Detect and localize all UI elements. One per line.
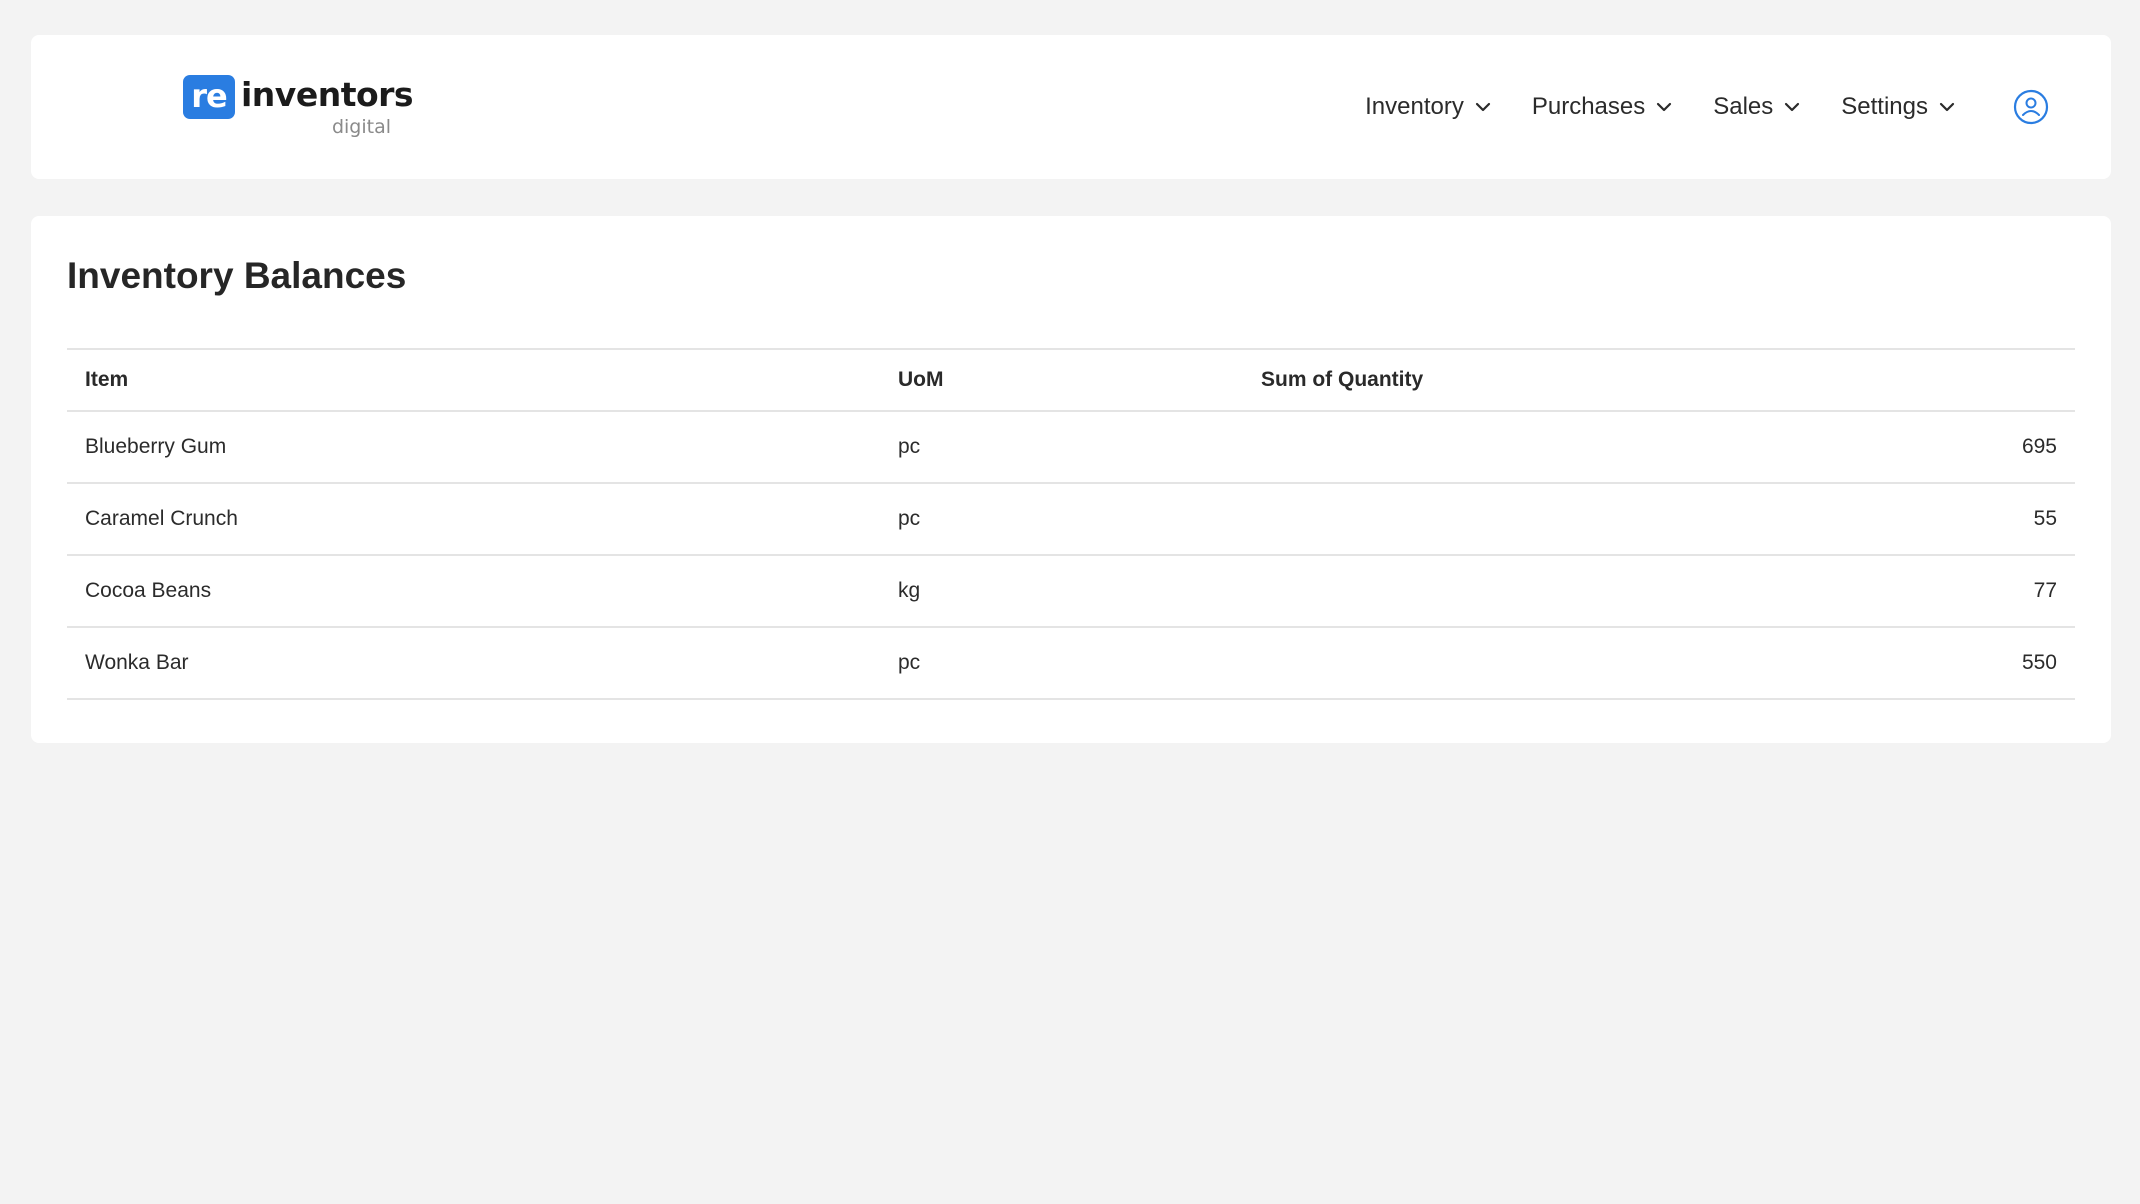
nav-purchases-menu[interactable]: Purchases (1532, 93, 1673, 121)
table-row[interactable]: Blueberry Gum pc 695 (67, 411, 2075, 484)
cell-quantity: 695 (1855, 411, 2075, 484)
cell-quantity: 77 (1855, 555, 2075, 628)
cell-uom: pc (880, 411, 1243, 484)
nav-item-label: Settings (1841, 93, 1928, 120)
column-header-item[interactable]: Item (67, 348, 880, 412)
user-circle-icon[interactable] (2013, 89, 2049, 125)
logo-wordmark: inventors (241, 75, 414, 114)
main-nav: Inventory Purchases Sales Settings (1365, 35, 1956, 179)
cell-uom: pc (880, 627, 1243, 700)
logo-subtitle: digital (331, 116, 391, 138)
nav-item-label: Sales (1713, 93, 1774, 120)
cell-spacer (1243, 411, 1856, 484)
table-row[interactable]: Caramel Crunch pc 55 (67, 483, 2075, 556)
brand-logo[interactable]: re inventors digital (151, 75, 414, 143)
chevron-down-icon (1657, 102, 1672, 112)
table-header-row: Item UoM Sum of Quantity (67, 348, 2075, 412)
chevron-down-icon (1939, 102, 1955, 112)
nav-item-label: Purchases (1531, 93, 1646, 120)
cell-uom: kg (880, 555, 1243, 628)
logo-badge: re (183, 75, 235, 119)
nav-item-label: Inventory (1365, 93, 1464, 120)
cell-item: Caramel Crunch (67, 483, 880, 556)
cell-item: Blueberry Gum (67, 411, 880, 484)
cell-spacer (1243, 555, 1856, 628)
column-header-sum-of-quantity[interactable]: Sum of Quantity (1243, 348, 1856, 412)
cell-uom: pc (880, 483, 1243, 556)
column-header-uom[interactable]: UoM (880, 348, 1243, 412)
inventory-balances-table: Item UoM Sum of Quantity Blueberry Gum p… (67, 348, 2075, 700)
nav-settings-menu[interactable]: Settings (1841, 93, 1956, 121)
chevron-down-icon (1785, 102, 1800, 112)
cell-spacer (1243, 483, 1856, 556)
cell-quantity: 550 (1855, 627, 2075, 700)
page-title: Inventory Balances (67, 255, 407, 296)
cell-spacer (1243, 627, 1856, 700)
chevron-down-icon (1475, 102, 1490, 112)
table-row[interactable]: Wonka Bar pc 550 (67, 627, 2075, 700)
top-header: re inventors digital Inventory Purchases… (31, 35, 2111, 179)
cell-item: Cocoa Beans (67, 555, 880, 628)
table-row[interactable]: Cocoa Beans kg 77 (67, 555, 2075, 628)
column-header-value (1855, 348, 2075, 412)
nav-inventory-menu[interactable]: Inventory (1365, 93, 1492, 121)
inventory-balances-card: Inventory Balances Item UoM Sum of Quant… (31, 216, 2111, 743)
cell-quantity: 55 (1855, 483, 2075, 556)
nav-sales-menu[interactable]: Sales (1713, 93, 1801, 121)
cell-item: Wonka Bar (67, 627, 880, 700)
